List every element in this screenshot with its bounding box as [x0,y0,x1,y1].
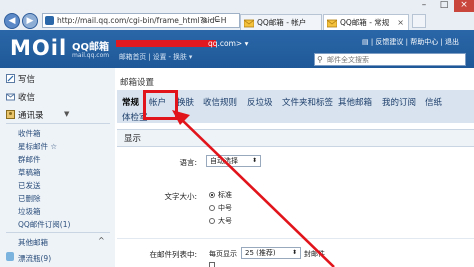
annotation-arrow [172,110,335,267]
